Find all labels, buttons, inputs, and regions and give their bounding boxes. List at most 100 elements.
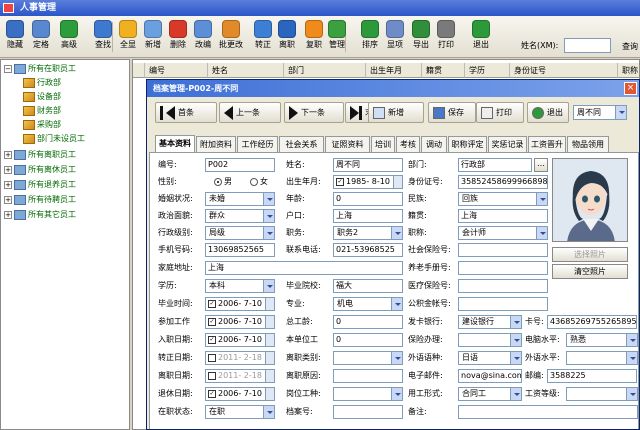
tree-node-dept[interactable]: 采购部 (23, 118, 61, 131)
tree-node-dept[interactable]: 财务部 (23, 104, 61, 117)
field-foreign-level[interactable] (566, 351, 638, 365)
field-grad-time[interactable]: ✓ 2006- 7-10 (205, 297, 275, 311)
field-join-date[interactable]: ✓ 2006- 7-10 (205, 333, 275, 347)
chevron-down-icon[interactable] (536, 193, 547, 205)
checkbox-icon[interactable]: ✓ (208, 318, 216, 326)
dept-lookup-button[interactable]: … (534, 158, 548, 172)
tree-node-retired[interactable]: + 所有离休员工 (4, 163, 76, 176)
field-ethnic[interactable]: 回族 (458, 192, 548, 206)
choose-photo-button[interactable]: 选择照片 (552, 247, 628, 262)
spinner-icon[interactable] (265, 298, 274, 310)
toolbar-exit-button[interactable]: 退出 (466, 19, 496, 56)
chevron-down-icon[interactable] (263, 193, 274, 205)
tree-node-pending[interactable]: + 所有待聘员工 (4, 193, 76, 206)
toolbar-print-button[interactable]: 打印 (431, 19, 461, 56)
chevron-down-icon[interactable] (263, 406, 274, 418)
tab-5[interactable]: 培训 (371, 136, 395, 152)
toolbar-edit-button[interactable]: 改编 (188, 19, 218, 56)
field-edu[interactable]: 本科 (205, 279, 275, 293)
checkbox-icon[interactable] (208, 354, 216, 362)
toolbar-advanced-button[interactable]: 高级 (54, 19, 84, 56)
tab-6[interactable]: 考核 (396, 136, 420, 152)
tab-0[interactable]: 基本资料 (155, 135, 195, 152)
checkbox-icon[interactable]: ✓ (336, 178, 344, 186)
column-header[interactable]: 姓名 (208, 63, 284, 78)
field-fund[interactable] (458, 297, 548, 311)
gender-female-radio[interactable]: 女 (250, 177, 268, 186)
tab-2[interactable]: 工作经历 (237, 136, 278, 152)
field-post[interactable]: 职务2 (333, 226, 403, 240)
field-join-work[interactable]: ✓ 2006- 7-10 (205, 315, 275, 329)
field-phone[interactable]: 021-53968525 (333, 243, 403, 257)
field-dept[interactable]: 行政部 (458, 158, 532, 172)
chevron-down-icon[interactable] (391, 227, 402, 239)
field-insurance[interactable] (458, 333, 522, 347)
field-file-no[interactable] (333, 405, 403, 419)
checkbox-icon[interactable] (208, 372, 216, 380)
toolbar-manage-button[interactable]: 管理 (322, 19, 352, 56)
field-regular[interactable]: 2011- 2-18 (205, 351, 275, 365)
tab-11[interactable]: 物品领用 (567, 136, 609, 152)
column-header[interactable]: 籍贯 (422, 63, 465, 78)
expand-icon[interactable]: + (4, 210, 12, 219)
query-button[interactable]: 查询 (622, 41, 638, 52)
field-pension-card[interactable] (458, 261, 548, 275)
expand-icon[interactable]: + (4, 195, 12, 204)
field-id[interactable]: P002 (205, 158, 275, 172)
field-major[interactable]: 机电 (333, 297, 403, 311)
field-foreign[interactable]: 日语 (458, 351, 522, 365)
chevron-down-icon[interactable] (391, 352, 402, 364)
tab-7[interactable]: 调动 (421, 136, 447, 152)
column-header[interactable]: 职称 (618, 63, 639, 78)
chevron-down-icon[interactable] (510, 352, 521, 364)
gender-male-radio[interactable]: 男 (214, 177, 232, 186)
chevron-down-icon[interactable] (391, 298, 402, 310)
print-record-button[interactable]: 打印 (476, 102, 524, 123)
field-retire[interactable]: ✓ 2006- 7-10 (205, 387, 275, 401)
spinner-icon[interactable] (265, 370, 274, 382)
chevron-down-icon[interactable] (626, 334, 637, 346)
field-title[interactable]: 会计师 (458, 226, 548, 240)
column-header[interactable]: 编号 (145, 63, 208, 78)
field-native[interactable]: 上海 (458, 209, 548, 223)
tab-1[interactable]: 附加资料 (196, 136, 236, 152)
spinner-icon[interactable] (265, 388, 274, 400)
field-idcard[interactable]: 358524586999668985 (458, 175, 548, 189)
tree-node-resigned[interactable]: + 所有离职员工 (4, 148, 76, 161)
chevron-down-icon[interactable] (391, 388, 402, 400)
field-computer[interactable]: 熟悉 (566, 333, 638, 347)
column-header[interactable]: 出生年月 (366, 63, 422, 78)
prev-record-button[interactable]: 上一条 (219, 102, 281, 123)
expand-icon[interactable]: + (4, 150, 12, 159)
field-unit-age[interactable]: 0 (333, 333, 403, 347)
chevron-down-icon[interactable] (510, 316, 521, 328)
field-name[interactable]: 周不同 (333, 158, 403, 172)
expand-icon[interactable]: + (4, 180, 12, 189)
field-leave-date[interactable]: 2011- 2-18 (205, 369, 275, 383)
chevron-down-icon[interactable] (626, 352, 637, 364)
tree-node-dept[interactable]: 部门未设员工 (23, 132, 85, 145)
column-header[interactable]: 学历 (465, 63, 510, 78)
close-icon[interactable]: × (624, 82, 637, 95)
field-admin-level[interactable]: 局级 (205, 226, 275, 240)
field-leave-reason[interactable] (333, 369, 403, 383)
field-email[interactable]: nova@sina.com (458, 369, 522, 383)
field-card[interactable]: 436852697552658952 (547, 315, 637, 329)
field-school[interactable]: 福大 (333, 279, 403, 293)
toolbar-batch-change-button[interactable]: 批更改 (216, 19, 246, 56)
column-header[interactable]: 部门 (284, 63, 366, 78)
field-status[interactable]: 在职 (205, 405, 275, 419)
field-employ-type[interactable]: 合同工 (458, 387, 522, 401)
tree-node-on-job[interactable]: − 所有在职员工 (4, 62, 76, 75)
field-marriage[interactable]: 未婚 (205, 192, 275, 206)
checkbox-icon[interactable]: ✓ (208, 336, 216, 344)
chevron-down-icon[interactable] (263, 210, 274, 222)
field-postcode[interactable]: 3588225 (547, 369, 637, 383)
expand-icon[interactable]: + (4, 165, 12, 174)
collapse-icon[interactable]: − (4, 64, 12, 73)
field-home[interactable]: 上海 (205, 261, 403, 275)
chevron-down-icon[interactable] (615, 106, 626, 119)
tree-node-other[interactable]: + 所有其它员工 (4, 208, 76, 221)
field-birth[interactable]: ✓ 1985- 8-10 (333, 175, 403, 189)
spinner-icon[interactable] (265, 334, 274, 346)
